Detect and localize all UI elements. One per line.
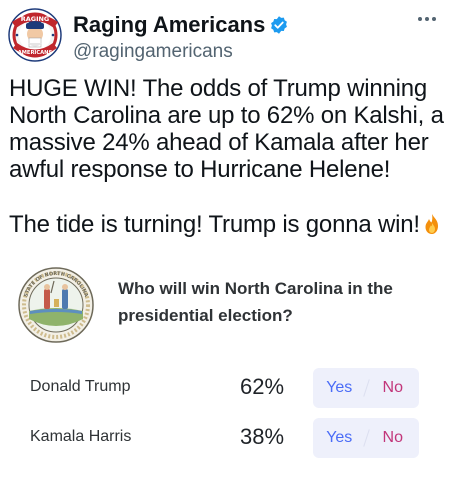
- avatar[interactable]: RAGING AMERICANS: [8, 8, 62, 62]
- handle[interactable]: @ragingamericans: [73, 41, 233, 63]
- candidate-odds: 62%: [240, 374, 285, 399]
- fire-icon: [422, 213, 442, 235]
- market-question: Who will win North Carolina in the presi…: [118, 279, 393, 325]
- yes-button[interactable]: Yes: [313, 368, 366, 408]
- no-button[interactable]: No: [367, 368, 420, 408]
- candidate-name: Kamala Harris: [30, 428, 132, 445]
- tweet-text-secondary: The tide is turning! Trump is gonna win!: [9, 211, 449, 238]
- verified-badge-icon: [269, 15, 289, 35]
- tweet-text: HUGE WIN! The odds of Trump winning Nort…: [9, 75, 444, 183]
- yes-no-buttons: Yes No: [313, 368, 419, 408]
- market-row: Kamala Harris 38% Yes No: [0, 418, 452, 458]
- market-card[interactable]: STATE OF NORTH CAROLINA Who will win Nor…: [0, 255, 452, 500]
- name-row: Raging Americans: [73, 12, 289, 38]
- avatar-text-bottom: AMERICANS: [18, 50, 53, 56]
- display-name[interactable]: Raging Americans: [73, 12, 265, 38]
- yes-no-buttons: Yes No: [313, 418, 419, 458]
- nc-state-seal: STATE OF NORTH CAROLINA: [18, 267, 94, 343]
- candidate-odds: 38%: [240, 424, 285, 449]
- avatar-text-top: RAGING: [21, 15, 50, 23]
- more-icon: [418, 17, 436, 21]
- tweet-text-secondary-label: The tide is turning! Trump is gonna win!: [9, 211, 420, 238]
- avatar-logo-icon: RAGING AMERICANS: [8, 8, 62, 62]
- market-row: Donald Trump 62% Yes No: [0, 368, 452, 408]
- more-button[interactable]: [412, 8, 442, 30]
- yes-button[interactable]: Yes: [313, 418, 366, 458]
- candidate-name: Donald Trump: [30, 378, 131, 395]
- tweet-header: RAGING AMERICANS Raging Americans @ragin…: [8, 8, 444, 68]
- no-button[interactable]: No: [367, 418, 420, 458]
